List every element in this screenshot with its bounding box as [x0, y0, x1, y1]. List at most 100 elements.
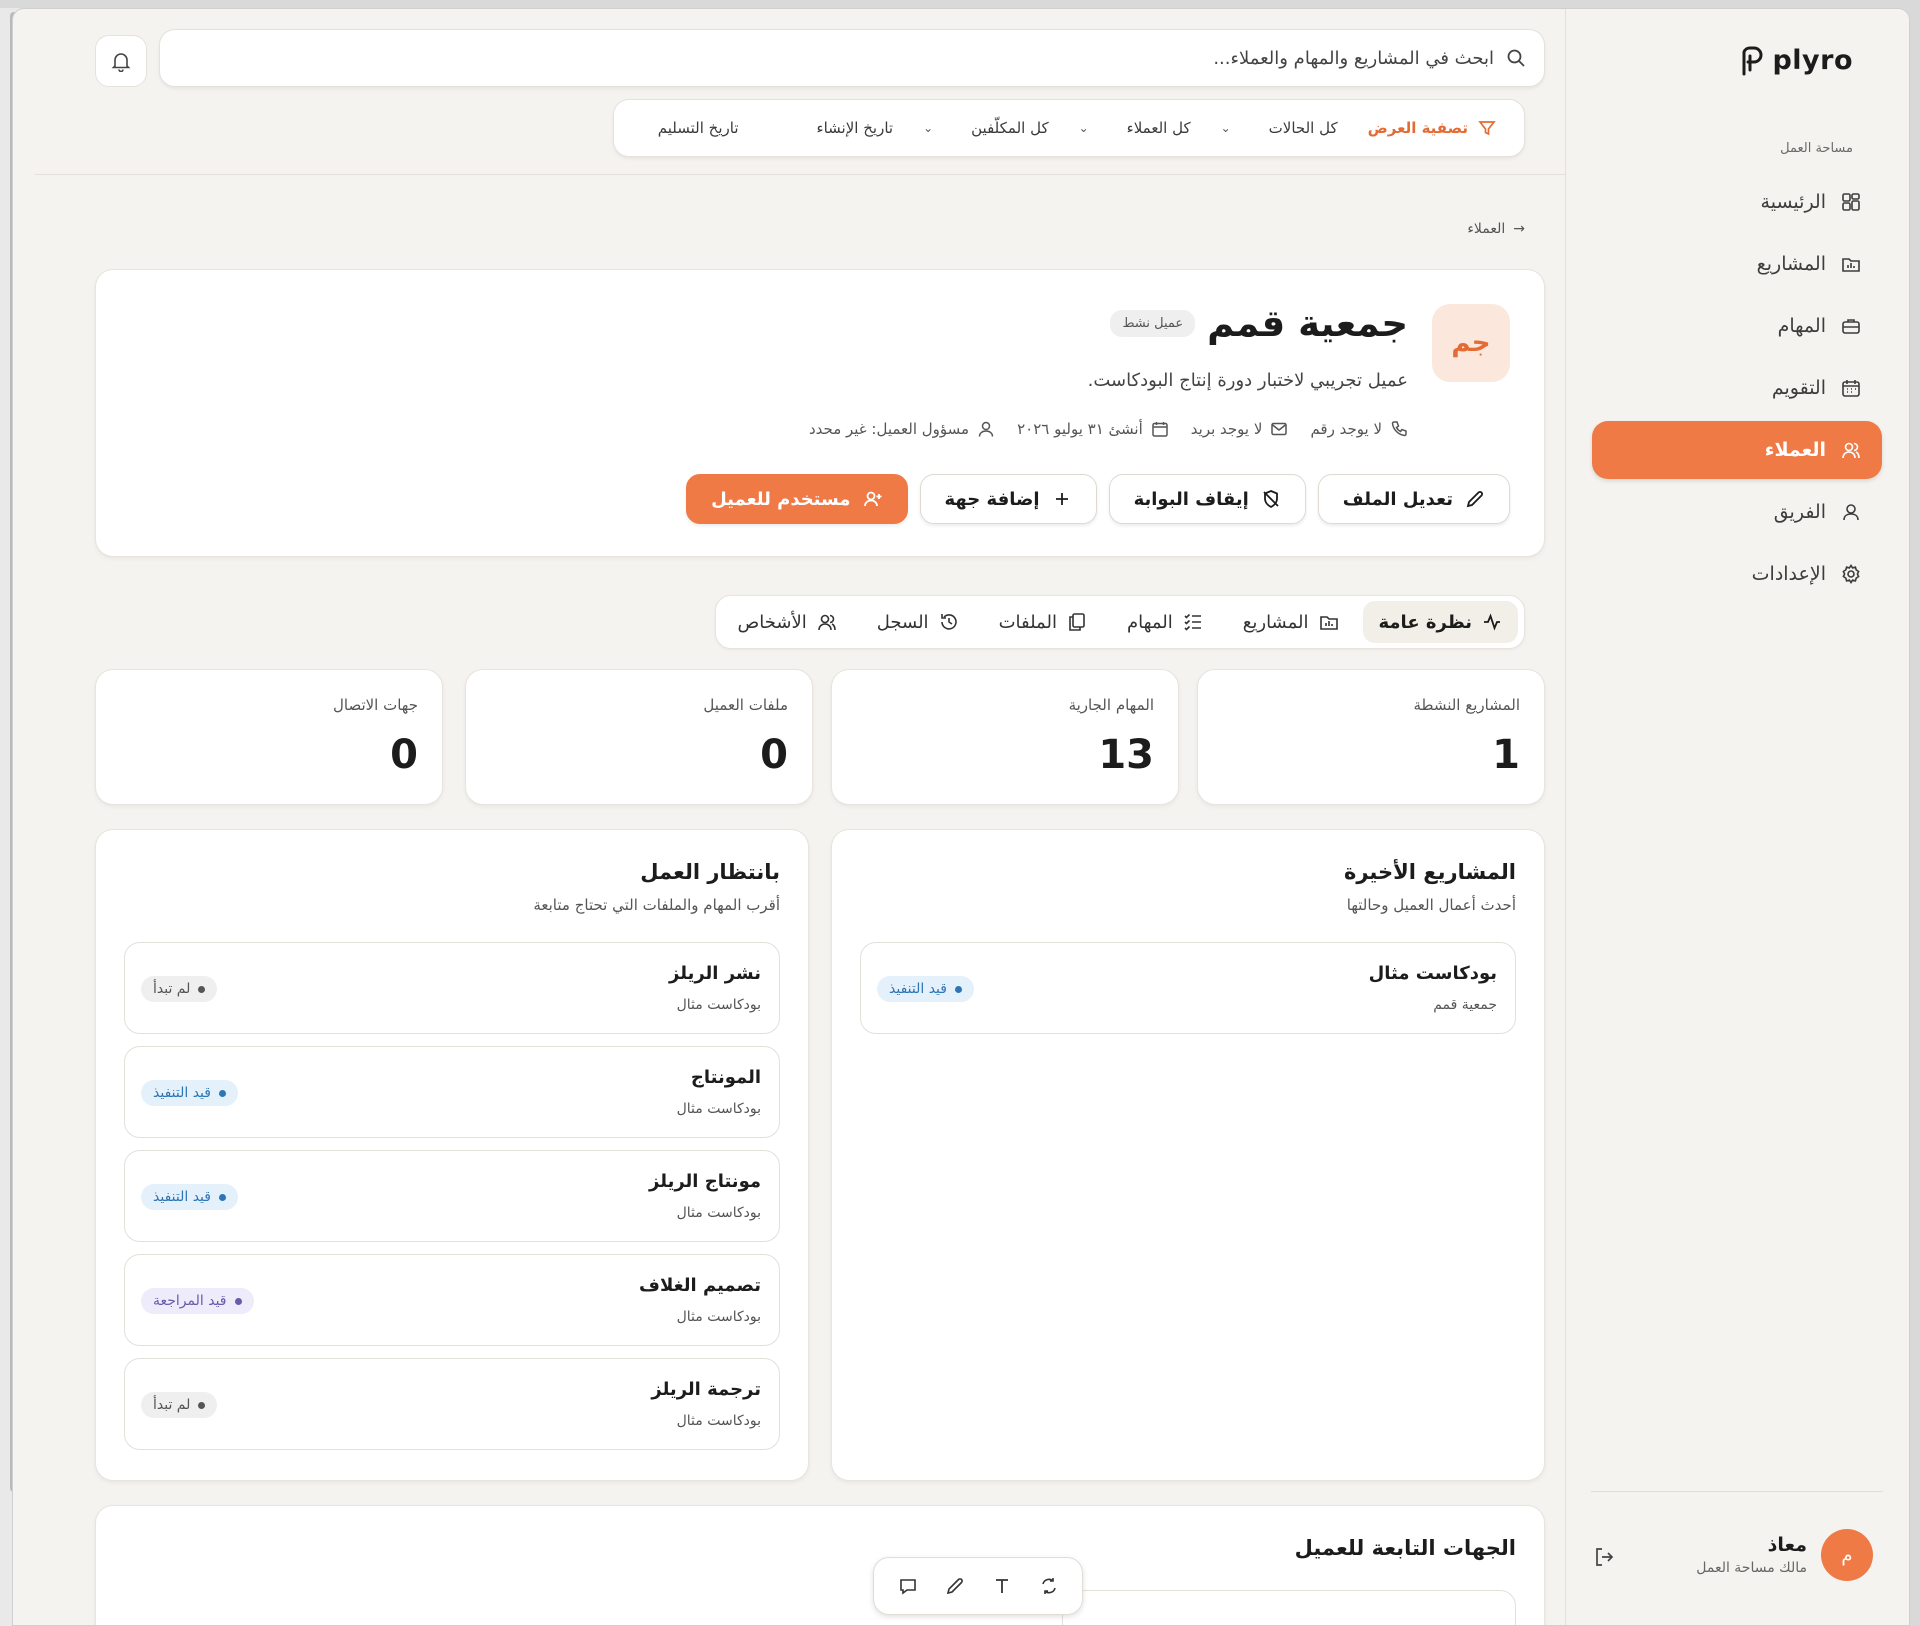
notifications-button[interactable]: [95, 35, 147, 87]
item-subtitle: بودكاست مثال: [676, 1101, 761, 1117]
tab-files[interactable]: الملفات: [983, 601, 1103, 643]
text-icon[interactable]: [988, 1572, 1016, 1600]
tab-people[interactable]: الأشخاص: [722, 601, 853, 643]
client-title-row: جمعية قمم عميل نشط: [1110, 302, 1408, 345]
item-subtitle: بودكاست مثال: [676, 1413, 761, 1429]
tab-tasks[interactable]: المهام: [1111, 601, 1219, 643]
plus-icon: [1055, 493, 1068, 505]
app-window: plyro مساحة العمل الرئيسية المشاريع المه…: [12, 8, 1910, 1626]
search-bar[interactable]: [159, 29, 1545, 87]
client-actions: تعديل الملف إيقاف البوابة إضافة جهة مستخ…: [686, 474, 1510, 524]
status-badge-label: قيد التنفيذ: [153, 1085, 211, 1101]
client-email-text: لا يوجد بريد: [1190, 420, 1263, 438]
filter-title[interactable]: تصفية العرض: [1368, 119, 1496, 137]
client-phone: لا يوجد رقم: [1310, 420, 1408, 438]
tab-overview[interactable]: نظرة عامة: [1362, 601, 1518, 643]
mail-icon: [1271, 422, 1288, 436]
stat-label: جهات الاتصال: [332, 696, 418, 714]
status-badge: لم تبدأ: [141, 976, 218, 1002]
pending-work-panel: بانتظار العمل أقرب المهام والملفات التي …: [95, 829, 809, 1481]
briefcase-icon: [1840, 315, 1862, 337]
panel-title: المشاريع الأخيرة: [1343, 860, 1516, 884]
grid-icon: [1840, 191, 1862, 213]
created-date-filter[interactable]: تاريخ الإنشاء: [817, 119, 894, 137]
filter-bar: تصفية العرض كل الحالات ⌄ كل العملاء ⌄ كل…: [613, 99, 1525, 157]
item-subtitle: بودكاست مثال: [676, 1205, 761, 1221]
status-badge: لم تبدأ: [141, 1392, 218, 1418]
stop-portal-button[interactable]: إيقاف البوابة: [1108, 474, 1306, 524]
chevron-down-icon: ⌄: [923, 121, 934, 135]
tab-label: المشاريع: [1242, 611, 1309, 633]
search-input[interactable]: [294, 47, 1494, 69]
stat-value: 1: [1492, 732, 1520, 778]
status-dot: [198, 985, 206, 993]
sidebar-item-label: الرئيسية: [1760, 191, 1826, 213]
list-item[interactable]: نشر الريلز بودكاست مثال لم تبدأ: [124, 942, 780, 1034]
arrow-right-icon: →: [1513, 221, 1525, 237]
list-item[interactable]: [1062, 1590, 1516, 1625]
tab-projects[interactable]: المشاريع: [1227, 601, 1355, 643]
list-item[interactable]: بودكاست مثال جمعية قمم قيد التنفيذ: [860, 942, 1516, 1034]
stat-value: 0: [390, 732, 418, 778]
sidebar-item-clients[interactable]: العملاء: [1592, 421, 1882, 479]
panel-subtitle: أحدث أعمال العميل وحالتها: [1346, 896, 1516, 914]
folder-icon: [1840, 253, 1862, 275]
user-plus-icon: [863, 491, 881, 507]
sidebar-item-label: العملاء: [1764, 439, 1826, 461]
brand-logo[interactable]: plyro: [1740, 45, 1853, 76]
sidebar-item-label: المشاريع: [1756, 253, 1826, 275]
tab-label: المهام: [1126, 611, 1173, 633]
sidebar-item-label: الإعدادات: [1751, 563, 1826, 585]
stat-card-contacts: جهات الاتصال 0: [95, 669, 443, 805]
stat-card-ongoing-tasks: المهام الجارية 13: [831, 669, 1179, 805]
list-item[interactable]: تصميم الغلاف بودكاست مثال قيد المراجعة: [124, 1254, 780, 1346]
add-contact-button[interactable]: إضافة جهة: [919, 474, 1097, 524]
status-filter[interactable]: كل الحالات ⌄: [1221, 119, 1338, 137]
tab-label: نظرة عامة: [1378, 611, 1473, 633]
comment-icon[interactable]: [894, 1572, 922, 1600]
bell-icon: [111, 53, 131, 72]
item-title: المونتاج: [690, 1067, 761, 1088]
tab-history[interactable]: السجل: [861, 601, 975, 643]
user-profile[interactable]: م معاذ مالك مساحة العمل: [1696, 1529, 1873, 1581]
activity-icon: [1484, 613, 1500, 631]
logo-icon: [1742, 46, 1763, 75]
recent-projects-panel: المشاريع الأخيرة أحدث أعمال العميل وحالت…: [831, 829, 1545, 1481]
shield-off-icon: [1263, 490, 1279, 509]
item-title: تصميم الغلاف: [639, 1275, 761, 1296]
status-badge-label: قيد التنفيذ: [889, 981, 947, 997]
floating-toolbar: [873, 1557, 1083, 1615]
client-created-text: أنشئ ٣١ يوليو ٢٠٢٦: [1017, 420, 1143, 438]
logo-text: plyro: [1772, 45, 1853, 76]
stat-label: المشاريع النشطة: [1413, 696, 1520, 714]
clients-filter[interactable]: كل العملاء ⌄: [1079, 119, 1191, 137]
stat-value: 13: [1098, 732, 1154, 778]
assignees-filter[interactable]: كل المكلّفين ⌄: [923, 119, 1049, 137]
sidebar: plyro مساحة العمل الرئيسية المشاريع المه…: [1565, 9, 1909, 1625]
sidebar-item-home[interactable]: الرئيسية: [1592, 173, 1882, 231]
due-date-filter-label: تاريخ التسليم: [657, 119, 739, 137]
breadcrumb[interactable]: → العملاء: [1467, 221, 1525, 237]
history-icon: [940, 614, 957, 630]
list-item[interactable]: المونتاج بودكاست مثال قيد التنفيذ: [124, 1046, 780, 1138]
status-dot: [218, 1193, 226, 1201]
client-profile-card: جم جمعية قمم عميل نشط عميل تجريبي لاختبا…: [95, 269, 1545, 557]
edit-profile-button[interactable]: تعديل الملف: [1317, 474, 1510, 524]
list-item[interactable]: ترجمة الريلز بودكاست مثال لم تبدأ: [124, 1358, 780, 1450]
sidebar-item-tasks[interactable]: المهام: [1592, 297, 1882, 355]
pencil-icon[interactable]: [941, 1572, 969, 1600]
due-date-filter[interactable]: تاريخ التسليم: [658, 119, 739, 137]
phone-icon: [1391, 421, 1407, 437]
sidebar-item-team[interactable]: الفريق: [1592, 483, 1882, 541]
sidebar-item-settings[interactable]: الإعدادات: [1592, 545, 1882, 603]
search-icon: [1507, 49, 1525, 67]
select-icon[interactable]: [1035, 1572, 1063, 1600]
add-client-user-button[interactable]: مستخدم للعميل: [686, 474, 908, 524]
status-badge: قيد المراجعة: [141, 1288, 254, 1314]
sidebar-item-calendar[interactable]: التقويم: [1592, 359, 1882, 417]
client-description: عميل تجريبي لاختبار دورة إنتاج البودكاست…: [1087, 370, 1408, 391]
logout-button[interactable]: [1590, 1543, 1618, 1571]
list-item[interactable]: مونتاج الريلز بودكاست مثال قيد التنفيذ: [124, 1150, 780, 1242]
status-dot: [954, 985, 962, 993]
sidebar-item-projects[interactable]: المشاريع: [1592, 235, 1882, 293]
